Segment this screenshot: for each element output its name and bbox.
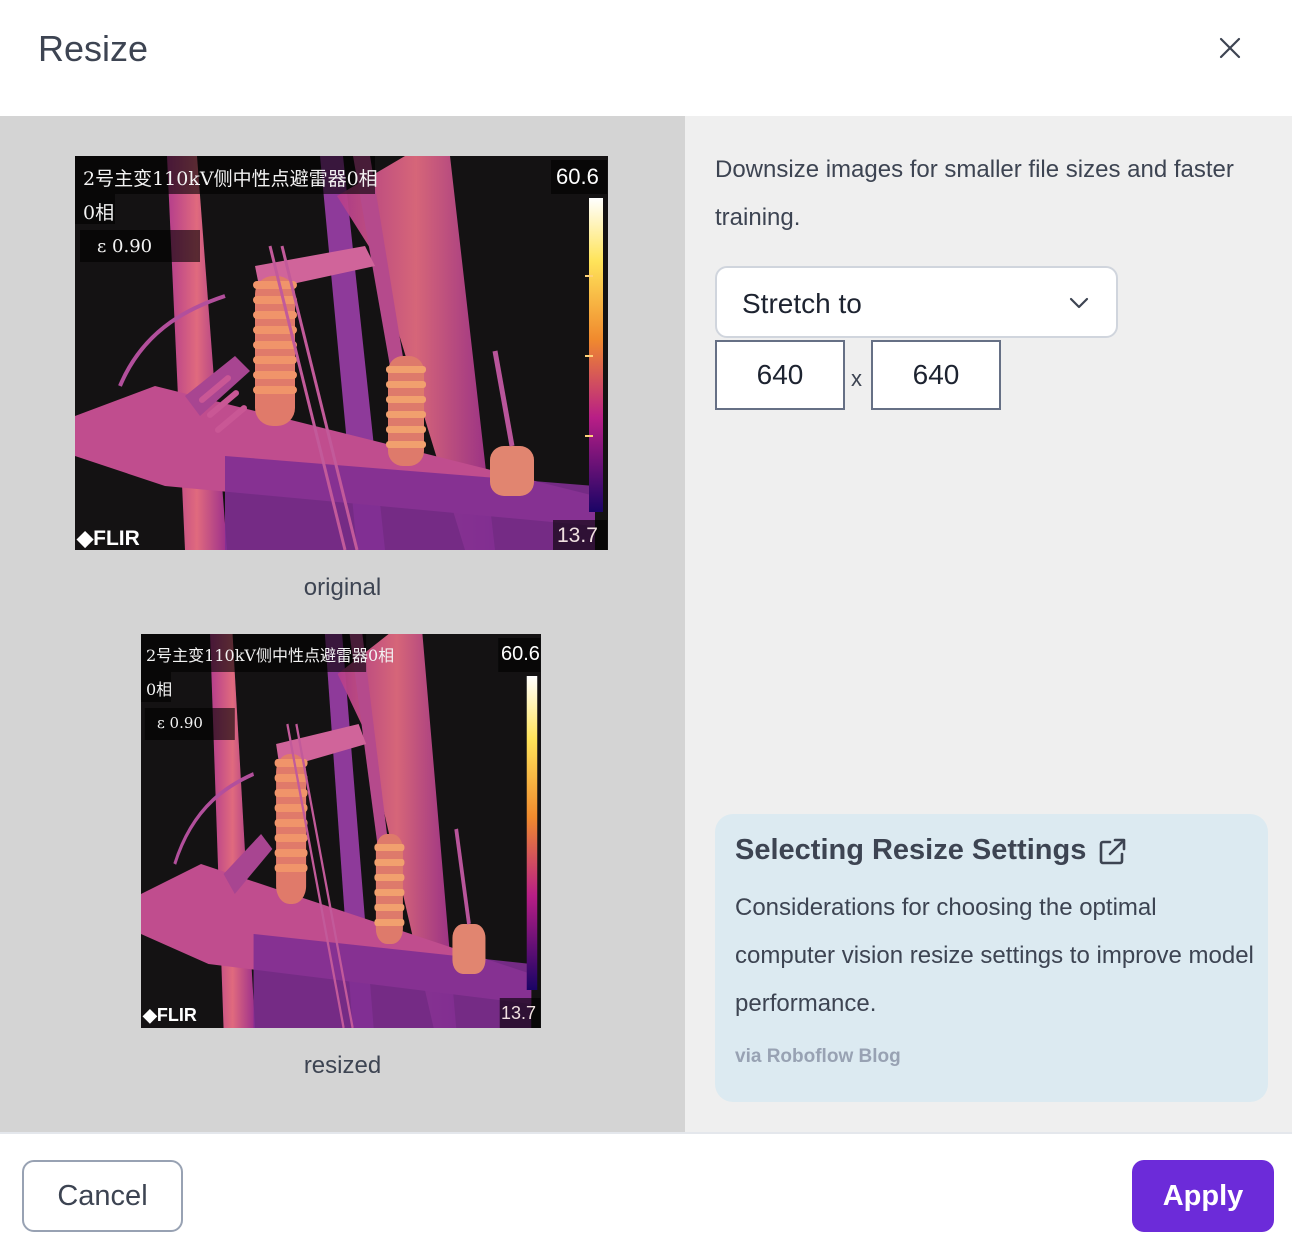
height-input[interactable] [871, 340, 1001, 410]
close-button[interactable] [1212, 30, 1248, 66]
original-image: 2号主变110kV侧中性点避雷器0相 0相 ε 0.90 60.6 13.7 ◆… [75, 156, 608, 550]
overlay-emissivity-text: ε 0.90 [97, 236, 153, 257]
flir-logo: ◆FLIR [77, 527, 140, 550]
dialog-footer: Cancel Apply [0, 1132, 1292, 1244]
overlay-title-text: 2号主变110kV侧中性点避雷器0相 [146, 646, 395, 665]
chevron-down-icon [1069, 297, 1089, 309]
overlay-phase-text: 0相 [83, 202, 115, 224]
article-source: via Roboflow Blog [735, 1046, 901, 1067]
temp-max-label: 60.6 [556, 164, 599, 189]
dialog-title: Resize [38, 28, 149, 69]
resize-settings-article-card[interactable]: Selecting Resize Settings Considerations… [715, 814, 1268, 1102]
overlay-title-text: 2号主变110kV侧中性点避雷器0相 [83, 168, 378, 190]
overlay-emissivity-text: ε 0.90 [157, 714, 203, 732]
cancel-button[interactable]: Cancel [22, 1160, 183, 1232]
article-summary: Considerations for choosing the optimal … [735, 894, 1254, 1017]
flir-logo-icon: ◆ [143, 1005, 157, 1025]
width-input[interactable] [715, 340, 845, 410]
settings-panel: Downsize images for smaller file sizes a… [685, 116, 1292, 1132]
flir-logo: ◆FLIR [143, 1005, 197, 1025]
preview-panel: 2号主变110kV侧中性点避雷器0相 0相 ε 0.90 60.6 13.7 ◆… [0, 116, 685, 1132]
resize-description: Downsize images for smaller file sizes a… [715, 156, 1234, 231]
temp-max-label: 60.6 [501, 643, 540, 665]
apply-button[interactable]: Apply [1132, 1160, 1274, 1232]
article-title: Selecting Resize Settings [735, 834, 1087, 866]
temp-min-label: 13.7 [557, 524, 598, 547]
resize-mode-value: Stretch to [742, 288, 862, 319]
flir-logo-icon: ◆ [77, 527, 94, 550]
original-caption: original [303, 574, 382, 601]
resized-image: 2号主变110kV侧中性点避雷器0相 0相 ε 0.90 60.6 13.7 ◆… [141, 634, 541, 1028]
dimension-separator: x [851, 366, 862, 391]
resize-mode-select[interactable]: Stretch to [715, 266, 1118, 338]
external-link-icon [1099, 838, 1126, 865]
close-icon [1219, 37, 1241, 59]
resized-caption: resized [303, 1052, 382, 1079]
overlay-phase-text: 0相 [146, 680, 173, 699]
temp-min-label: 13.7 [501, 1003, 537, 1023]
dialog-header: Resize [0, 0, 1292, 116]
